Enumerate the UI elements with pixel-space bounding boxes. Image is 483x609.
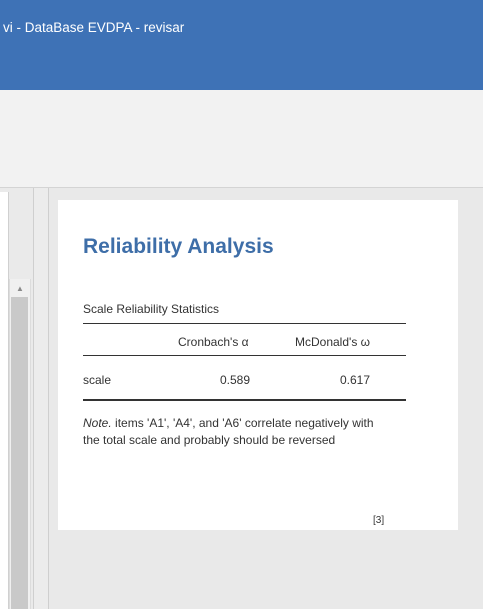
pane-splitter[interactable] <box>34 188 48 609</box>
table-header-rule <box>83 355 406 356</box>
chevron-up-icon[interactable]: ▲ <box>10 279 30 297</box>
table-top-rule <box>83 323 406 324</box>
note-text: items 'A1', 'A4', and 'A6' correlate neg… <box>83 416 374 447</box>
title-bar: vi - DataBase EVDPA - revisar <box>0 0 483 90</box>
cronbach-alpha-value: 0.589 <box>220 373 251 387</box>
data-grid-edge <box>0 192 9 609</box>
column-header-mcdonald: McDonald's ω <box>295 335 371 349</box>
column-header-cronbach: Cronbach's α <box>178 335 249 349</box>
row-label-scale: scale <box>83 373 112 387</box>
table-bottom-rule <box>83 399 406 401</box>
table-title: Scale Reliability Statistics <box>83 302 220 316</box>
scrollbar-thumb[interactable] <box>11 297 28 609</box>
ribbon-toolbar <box>0 90 483 188</box>
mcdonald-omega-value: 0.617 <box>340 373 371 387</box>
table-note: Note. items 'A1', 'A4', and 'A6' correla… <box>83 415 393 449</box>
window-title: vi - DataBase EVDPA - revisar <box>3 20 185 35</box>
analysis-heading[interactable]: Reliability Analysis <box>83 235 274 259</box>
reference-marker[interactable]: [3] <box>373 515 384 526</box>
data-pane-scrollbar[interactable]: ▲ <box>9 279 31 609</box>
note-prefix: Note. <box>83 416 112 430</box>
